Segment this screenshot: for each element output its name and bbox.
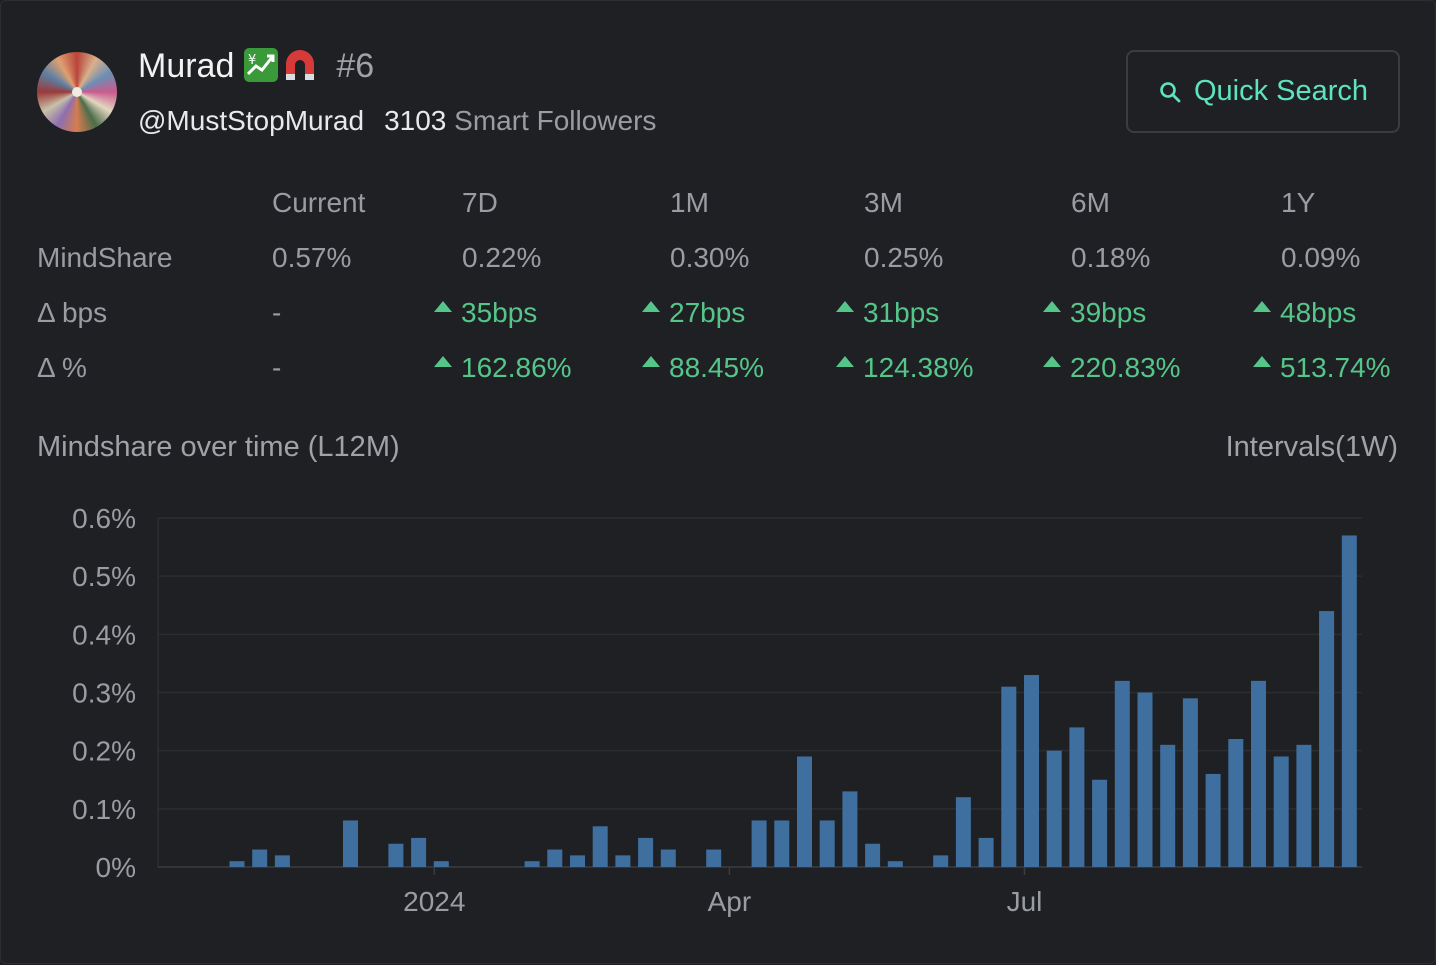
y-tick-label: 0% xyxy=(96,852,136,883)
chart-bar[interactable] xyxy=(229,861,245,867)
chart-bar[interactable] xyxy=(706,849,722,867)
chart-bar[interactable] xyxy=(774,820,790,867)
chart-bar[interactable] xyxy=(1024,675,1039,867)
chart-bar[interactable] xyxy=(433,861,449,867)
chart-bar[interactable] xyxy=(1273,756,1289,867)
y-tick-label: 0.2% xyxy=(72,736,136,767)
chart-bar[interactable] xyxy=(252,849,268,867)
chart-bar[interactable] xyxy=(1137,692,1153,868)
chart-bar[interactable] xyxy=(978,837,994,867)
chart-bar[interactable] xyxy=(1092,779,1108,867)
chart-bar[interactable] xyxy=(819,820,835,867)
chart-bar[interactable] xyxy=(274,855,290,867)
chart-bar[interactable] xyxy=(1319,611,1335,867)
chart-bar[interactable] xyxy=(887,861,903,867)
chart-bar[interactable] xyxy=(411,837,427,867)
x-tick-label: Apr xyxy=(708,886,752,917)
mindshare-bar-chart: 0% 0.1% 0.2% 0.3% 0.4% 0.5% 0.6% 2024 Apr Jul xyxy=(72,503,1362,917)
chart-bar[interactable] xyxy=(547,849,563,867)
chart-bar[interactable] xyxy=(343,820,358,867)
chart-bar[interactable] xyxy=(638,837,654,867)
y-tick-label: 0.4% xyxy=(72,619,136,650)
chart-bar[interactable] xyxy=(570,855,585,867)
chart-bar[interactable] xyxy=(388,843,404,867)
chart-bar[interactable] xyxy=(615,855,631,867)
x-tick-label: 2024 xyxy=(403,886,465,917)
chart-bar[interactable] xyxy=(1001,686,1017,867)
x-tick-label: Jul xyxy=(1007,886,1043,917)
chart-bar[interactable] xyxy=(1182,698,1198,867)
chart-bar[interactable] xyxy=(955,797,971,867)
chart-bar[interactable] xyxy=(1046,750,1062,867)
chart-bar[interactable] xyxy=(933,855,949,867)
chart-bar[interactable] xyxy=(1341,535,1357,867)
mindshare-card: Murad ¥ #6 @MustStopMurad 3103 Smart Foll… xyxy=(0,0,1436,964)
chart-bar[interactable] xyxy=(1228,739,1244,867)
chart-bar[interactable] xyxy=(1069,727,1085,867)
chart-bar[interactable] xyxy=(1296,744,1312,867)
chart-bar[interactable] xyxy=(1251,680,1266,867)
y-tick-label: 0.5% xyxy=(72,561,136,592)
chart-bar[interactable] xyxy=(1114,680,1130,867)
y-tick-label: 0.1% xyxy=(72,794,136,825)
chart-bar[interactable] xyxy=(524,861,540,867)
chart-bar[interactable] xyxy=(842,791,858,867)
chart-bar[interactable] xyxy=(592,826,608,867)
chart-bar[interactable] xyxy=(865,843,881,867)
y-tick-label: 0.3% xyxy=(72,678,136,709)
chart-bar[interactable] xyxy=(660,849,676,867)
chart-bar[interactable] xyxy=(797,756,812,867)
chart-bar[interactable] xyxy=(1205,773,1221,867)
chart-bar[interactable] xyxy=(751,820,767,867)
y-tick-label: 0.6% xyxy=(72,503,136,534)
chart-bar[interactable] xyxy=(1160,744,1176,867)
